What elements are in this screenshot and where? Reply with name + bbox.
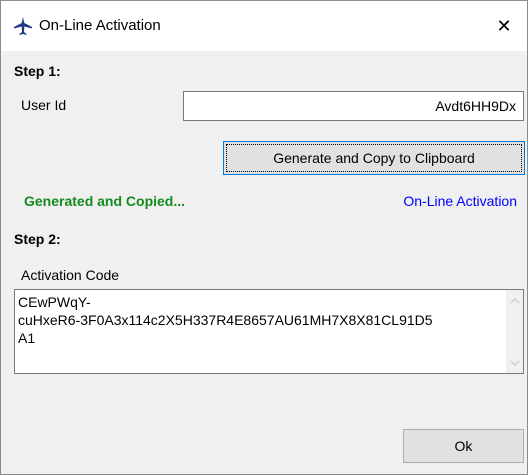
user-id-field[interactable]: Avdt6HH9Dx [183,91,524,121]
ok-label: Ok [454,438,473,454]
close-button[interactable]: ✕ [481,1,527,51]
activation-code-label: Activation Code [21,267,120,283]
activation-code-text: CEwPWqY- cuHxeR6-3F0A3x114c2X5H337R4E865… [18,293,433,347]
focus-ring [226,144,522,172]
step2-heading: Step 2: [14,231,61,247]
chevron-down-icon[interactable] [506,354,523,371]
activation-code-textarea[interactable]: CEwPWqY- cuHxeR6-3F0A3x114c2X5H337R4E865… [14,289,524,374]
close-icon: ✕ [496,15,512,37]
activation-dialog: On-Line Activation ✕ Step 1: User Id Avd… [0,0,528,475]
chevron-up-icon[interactable] [506,292,523,309]
online-activation-link[interactable]: On-Line Activation [403,193,517,209]
window-title: On-Line Activation [39,17,161,34]
step1-heading: Step 1: [14,63,61,79]
user-id-value: Avdt6HH9Dx [435,98,516,114]
generate-copy-button[interactable]: Generate and Copy to Clipboard [223,141,525,175]
activation-code-line: A1 [18,330,36,346]
vertical-scrollbar[interactable] [506,290,523,373]
status-message: Generated and Copied... [24,193,186,209]
airplane-icon [13,16,33,36]
activation-code-line: cuHxeR6-3F0A3x114c2X5H337R4E8657AU61MH7X… [18,312,433,328]
ok-button[interactable]: Ok [403,429,524,463]
title-bar: On-Line Activation ✕ [1,1,527,51]
user-id-label: User Id [21,97,67,113]
activation-code-line: CEwPWqY- [18,294,91,310]
